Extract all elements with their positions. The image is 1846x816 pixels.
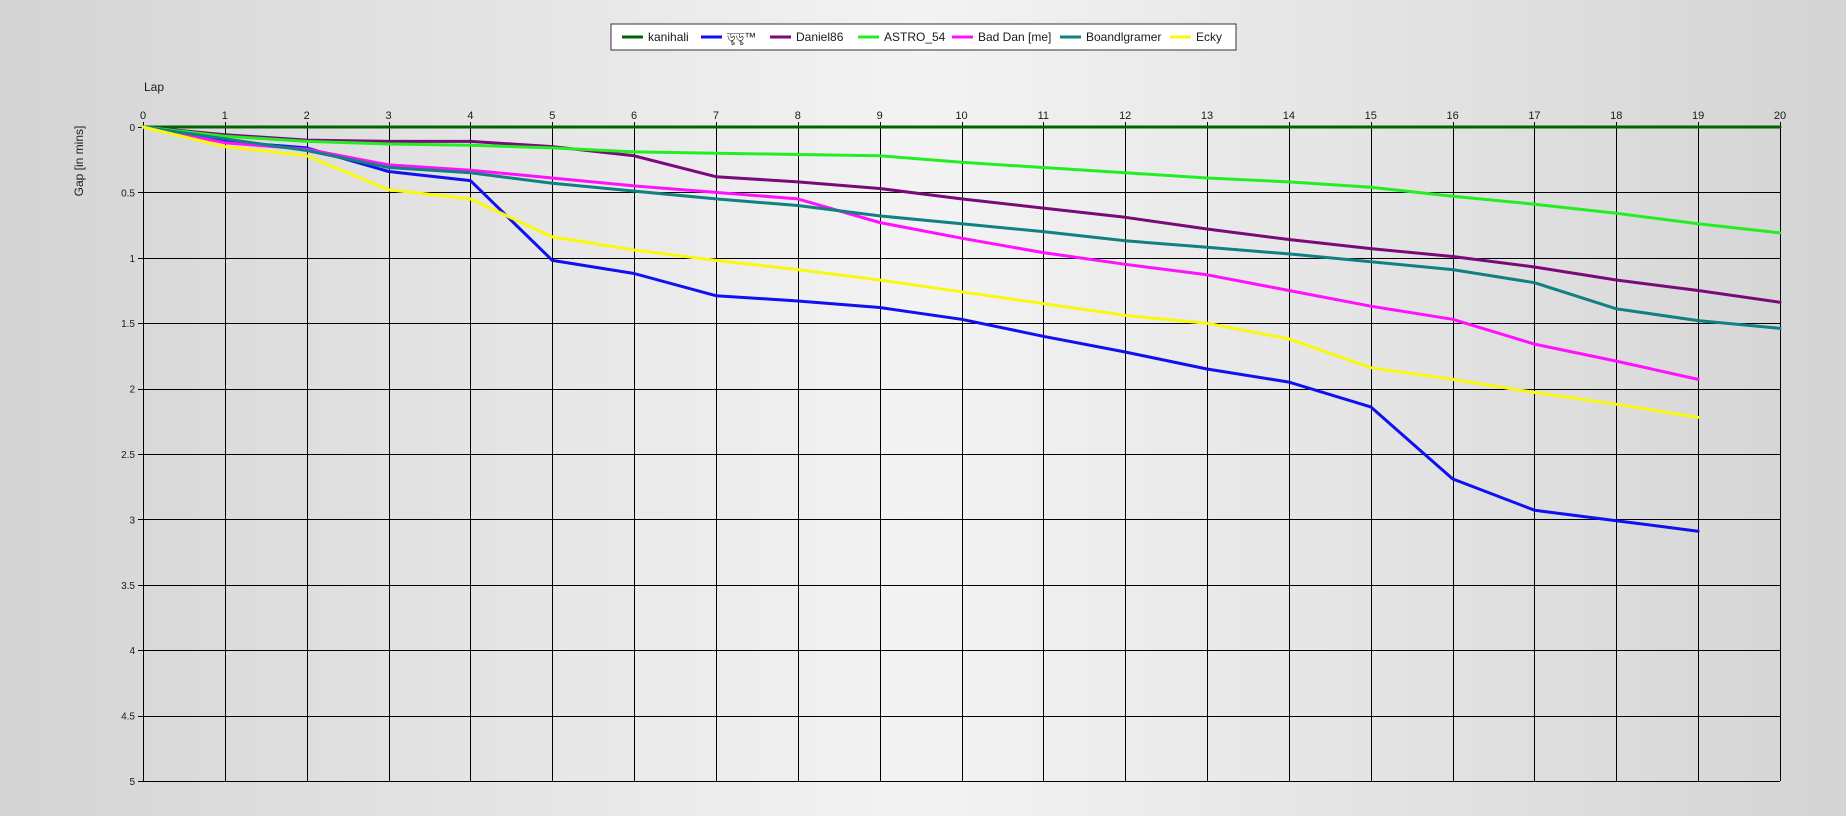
- gap-chart: 0 1 2 3 4 5 6 7 8 9 10 11 12 13 14 15 16 17 18 19 20 00.511.…: [72, 23, 1786, 788]
- x-tick-label: 2: [304, 110, 310, 122]
- x-tick-label: 7: [713, 110, 719, 122]
- x-tick-label: 1: [222, 110, 228, 122]
- x-tick-label: 12: [1119, 110, 1131, 122]
- x-tick-label: 18: [1610, 110, 1622, 122]
- series-line-2: [141, 125, 1700, 533]
- x-axis-label: Lap: [144, 80, 164, 94]
- legend-entry-label: ASTRO_54: [884, 30, 946, 44]
- grid: [138, 122, 1781, 782]
- legend-entry-label: kanihali: [648, 30, 689, 44]
- y-tick-label: 1.5: [121, 319, 135, 330]
- y-tick-label: 5: [129, 777, 135, 788]
- x-tick-label: 10: [955, 110, 967, 122]
- legend-entry-label: Boandlgramer: [1086, 30, 1161, 44]
- x-tick-label: 11: [1038, 110, 1049, 122]
- x-tick-label: 16: [1446, 110, 1458, 122]
- x-tick-label: 0: [140, 110, 146, 122]
- legend-entry-label: Daniel86: [796, 30, 844, 44]
- x-tick-label: 13: [1201, 110, 1213, 122]
- y-tick-label: 3: [129, 515, 135, 526]
- x-axis-ticks: 0 1 2 3 4 5 6 7 8 9 10 11 12 13 14 15 16 17 18 19 20: [140, 110, 1786, 122]
- legend: kanihali ড়ৢড়ৢ™ Daniel86 ASTRO_54 Bad Dan […: [610, 23, 1237, 51]
- y-tick-label: 4.5: [121, 712, 135, 723]
- x-tick-label: 4: [467, 110, 473, 122]
- x-tick-label: 9: [877, 110, 883, 122]
- x-tick-label: 8: [795, 110, 801, 122]
- y-tick-label: 0.5: [121, 188, 135, 199]
- x-tick-label: 17: [1528, 110, 1540, 122]
- y-tick-label: 0: [129, 123, 135, 134]
- y-tick-label: 1: [129, 254, 135, 265]
- x-tick-label: 6: [631, 110, 637, 122]
- x-tick-label: 20: [1774, 110, 1786, 122]
- y-tick-label: 4: [129, 646, 135, 657]
- y-axis-ticks: 0 0.5 1 1.5 2 2.5 3 3.5 4 4.5 5: [121, 123, 135, 788]
- y-tick-label: 2.5: [121, 450, 135, 461]
- legend-entry-label: Bad Dan [me]: [978, 30, 1051, 44]
- x-tick-label: 5: [549, 110, 555, 122]
- y-axis-label: Gap [in mins]: [72, 126, 86, 197]
- x-tick-label: 15: [1365, 110, 1377, 122]
- y-tick-label: 3.5: [121, 581, 135, 592]
- y-tick-label: 2: [129, 385, 135, 396]
- legend-entry-label: Ecky: [1196, 30, 1222, 44]
- x-tick-label: 19: [1692, 110, 1704, 122]
- x-tick-label: 14: [1283, 110, 1295, 122]
- legend-entry-label: ড়ৢড়ৢ™: [726, 30, 756, 45]
- x-tick-label: 3: [385, 110, 391, 122]
